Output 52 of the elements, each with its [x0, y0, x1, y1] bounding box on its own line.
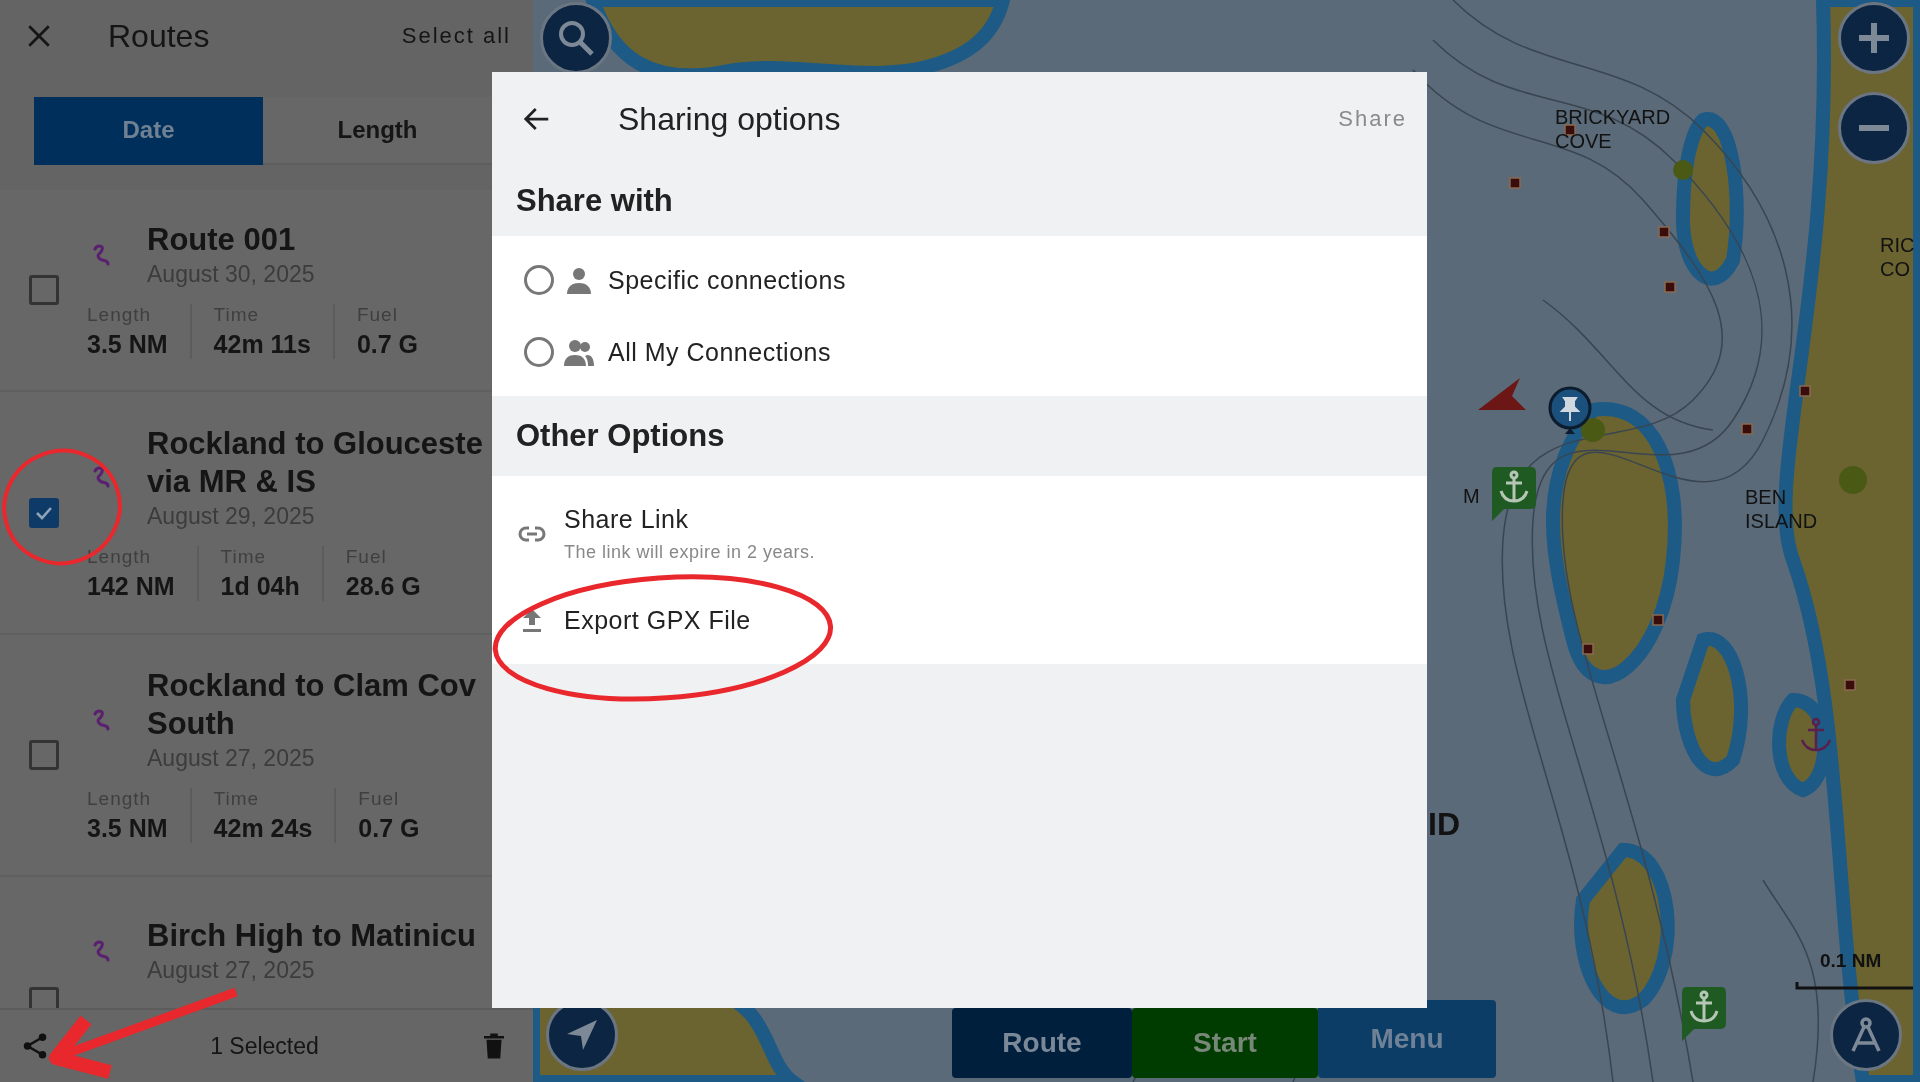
- sort-tab[interactable]: Date: [34, 97, 263, 165]
- checkbox[interactable]: [29, 497, 59, 528]
- stat-value: 3.5 NM: [87, 330, 168, 359]
- checkbox[interactable]: [29, 275, 59, 305]
- action-button[interactable]: Start: [1132, 1008, 1318, 1078]
- dialog-title: Sharing options: [618, 100, 842, 138]
- stat-value: 3.5 NM: [87, 814, 168, 843]
- select-all-button[interactable]: Select all: [401, 23, 511, 49]
- share-option[interactable]: Share Link The link will expire in 2 years.: [492, 484, 1427, 584]
- map-label: ID: [1428, 812, 1460, 836]
- stat-value: 1d 04h: [220, 571, 300, 601]
- compass-icon: [1851, 1017, 1881, 1053]
- option-label: All My Connections: [608, 337, 831, 367]
- person-icon: [564, 266, 594, 294]
- stat-value: 42m 24s: [213, 814, 313, 843]
- option-label: Export GPX File: [564, 605, 751, 635]
- option-label: Share Link: [564, 505, 690, 534]
- boat-icon: [1476, 376, 1526, 412]
- share-button[interactable]: Share: [1338, 106, 1407, 132]
- stat-value: 0.7 G: [358, 814, 420, 843]
- navigation-arrow-icon: [567, 1020, 597, 1050]
- option-label: Specific connections: [608, 265, 846, 295]
- people-icon: [564, 338, 594, 366]
- map-label: BRICKYARD COVE: [1555, 105, 1671, 153]
- panel-title: Routes: [108, 17, 211, 55]
- route-name: Rockland to Clam Cov South: [147, 667, 476, 743]
- section-heading: Share with: [515, 182, 674, 220]
- radio-button[interactable]: [524, 337, 554, 367]
- route-name: Route 001: [147, 221, 297, 259]
- stat-value: 0.7 G: [356, 330, 419, 359]
- selected-count: 1 Selected: [210, 1032, 319, 1060]
- route-name: Birch High to Matinicu: [147, 917, 476, 955]
- route-name: Rockland to Glouceste via MR & IS: [147, 424, 483, 501]
- section-heading: Other Options: [515, 417, 726, 455]
- scale-bar-icon: [1795, 980, 1915, 990]
- stat-value: 42m 11s: [213, 330, 311, 359]
- share-option[interactable]: All My Connections: [492, 316, 1427, 388]
- radio-button[interactable]: [524, 265, 554, 295]
- action-button[interactable]: Menu: [1318, 1000, 1496, 1078]
- stat-value: 28.6 G: [345, 571, 421, 601]
- plus-icon: [1859, 23, 1889, 53]
- checkbox[interactable]: [29, 740, 59, 770]
- action-button[interactable]: Route: [952, 1008, 1132, 1078]
- share-option[interactable]: Specific connections: [492, 244, 1427, 316]
- stat-value: 142 NM: [87, 571, 175, 601]
- share-option[interactable]: Export GPX File: [492, 584, 1427, 656]
- search-icon: [558, 20, 594, 56]
- map-label: M: [1463, 484, 1480, 508]
- minus-icon: [1859, 125, 1889, 131]
- pin-icon: [1546, 386, 1594, 436]
- option-subtitle: The link will expire in 2 years.: [564, 542, 816, 563]
- close-icon[interactable]: [26, 23, 52, 49]
